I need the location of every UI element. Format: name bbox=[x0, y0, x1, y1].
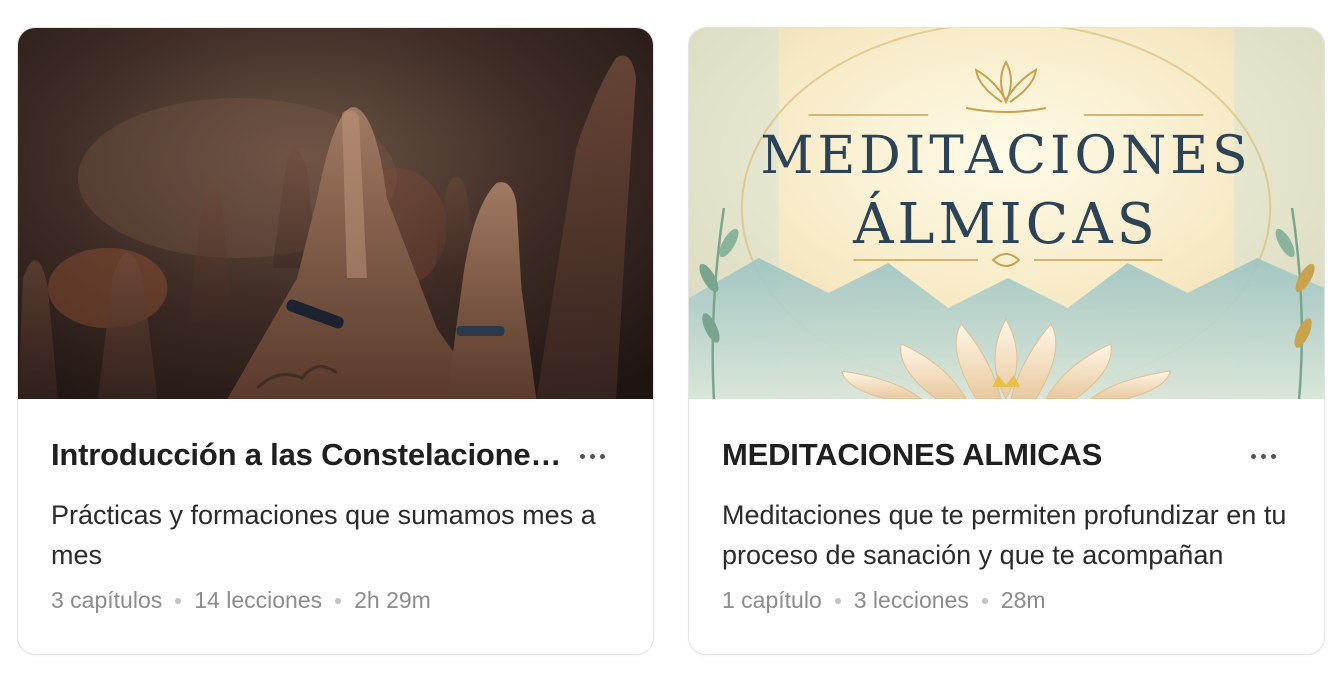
thumbnail-title-line2: ÁLMICAS bbox=[852, 191, 1159, 257]
more-options-button[interactable] bbox=[1243, 441, 1283, 471]
separator-dot-icon bbox=[834, 597, 841, 604]
lessons-count: 3 lecciones bbox=[853, 587, 969, 613]
more-dot-icon bbox=[599, 453, 605, 459]
course-card[interactable]: MEDITACIONES ÁLMICAS MEDITACIONES ALMICA… bbox=[688, 27, 1325, 655]
course-duration: 28m bbox=[1000, 587, 1046, 613]
course-meta: 3 capítulos 14 lecciones 2h 29m bbox=[51, 587, 620, 614]
course-title[interactable]: MEDITACIONES ALMICAS bbox=[722, 437, 1102, 473]
course-title[interactable]: Introducción a las Constelaciones Famili… bbox=[51, 437, 571, 473]
course-description: Meditaciones que te permiten profundizar… bbox=[722, 500, 1287, 570]
separator-dot-icon bbox=[175, 597, 182, 604]
praying-hands-photo-icon bbox=[18, 28, 653, 399]
lessons-count: 14 lecciones bbox=[194, 587, 323, 613]
chapters-count: 1 capítulo bbox=[722, 587, 822, 613]
course-duration: 2h 29m bbox=[354, 587, 431, 613]
course-thumbnail[interactable] bbox=[18, 28, 653, 399]
course-title-row: MEDITACIONES ALMICAS bbox=[722, 437, 1291, 473]
lotus-illustration-icon: MEDITACIONES ÁLMICAS bbox=[689, 28, 1324, 399]
course-card-body: Introducción a las Constelaciones Famili… bbox=[18, 437, 653, 614]
course-card-body: MEDITACIONES ALMICAS Meditaciones que te… bbox=[689, 437, 1324, 614]
course-meta: 1 capítulo 3 lecciones 28m bbox=[722, 587, 1291, 614]
more-dot-icon bbox=[1250, 453, 1256, 459]
more-dot-icon bbox=[1260, 453, 1266, 459]
course-card[interactable]: Introducción a las Constelaciones Famili… bbox=[17, 27, 654, 655]
course-description: Prácticas y formaciones que sumamos mes … bbox=[51, 500, 596, 570]
separator-dot-icon bbox=[335, 597, 342, 604]
separator-dot-icon bbox=[981, 597, 988, 604]
course-grid: Introducción a las Constelaciones Famili… bbox=[0, 0, 1338, 676]
chapters-count: 3 capítulos bbox=[51, 587, 163, 613]
course-title-row: Introducción a las Constelaciones Famili… bbox=[51, 437, 620, 473]
more-dot-icon bbox=[589, 453, 595, 459]
thumbnail-title-line1: MEDITACIONES bbox=[760, 126, 1251, 186]
more-dot-icon bbox=[1270, 453, 1276, 459]
more-options-button[interactable] bbox=[572, 441, 612, 471]
course-thumbnail[interactable]: MEDITACIONES ÁLMICAS bbox=[689, 28, 1324, 399]
more-dot-icon bbox=[579, 453, 585, 459]
